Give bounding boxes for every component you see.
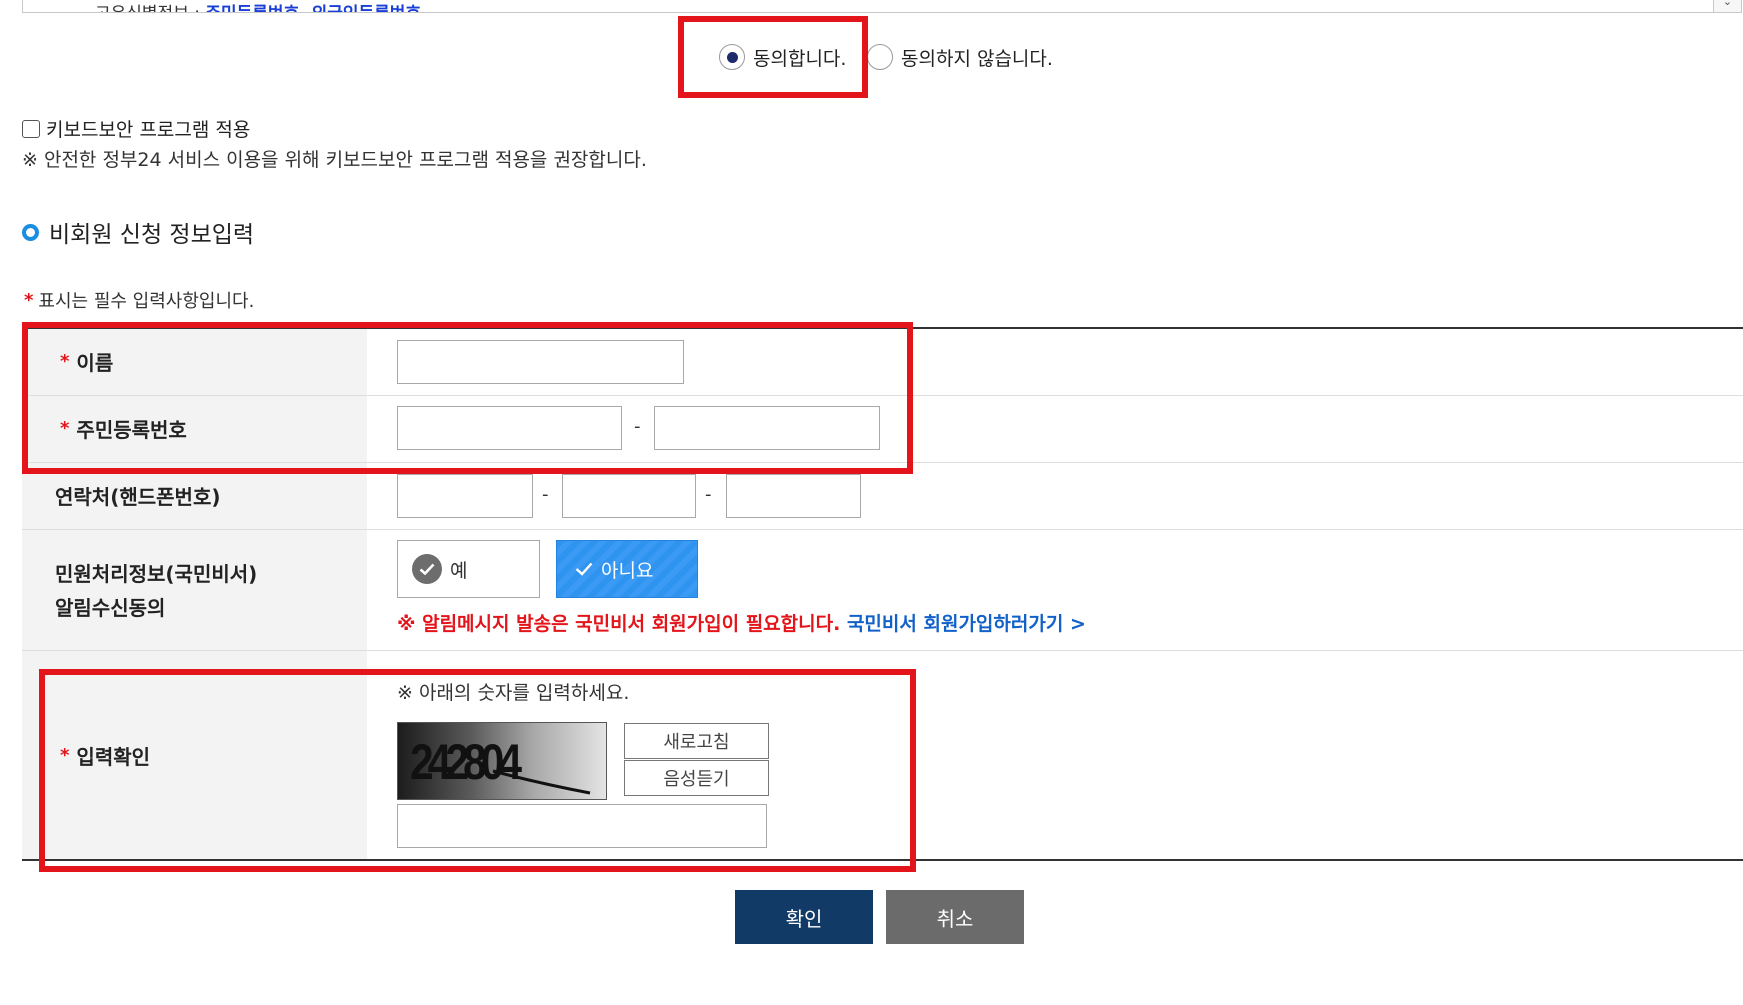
alarm-no-button[interactable]: 아니요 bbox=[556, 540, 698, 598]
circle-bullet-icon bbox=[22, 223, 39, 241]
terms-text: 고유식별정보 : 주민등록번호, 외국인등록번호 bbox=[95, 0, 421, 12]
alarm-no-label: 아니요 bbox=[601, 559, 654, 582]
phone-label: 연락처(핸드폰번호) bbox=[55, 485, 221, 509]
alarm-note: ※ 알림메시지 발송은 국민비서 회원가입이 필요합니다. 국민비서 회원가입하… bbox=[397, 609, 1086, 636]
consent-disagree-option[interactable]: 동의하지 않습니다. bbox=[867, 40, 1053, 74]
required-note-text: 표시는 필수 입력사항입니다. bbox=[38, 291, 255, 312]
keyboard-security-option[interactable]: 키보드보안 프로그램 적용 bbox=[22, 115, 250, 142]
required-note: * 표시는 필수 입력사항입니다. bbox=[24, 287, 254, 313]
highlight-identity bbox=[22, 322, 913, 474]
phone-input-3[interactable] bbox=[726, 474, 861, 518]
alarm-label-line1: 민원처리정보(국민비서) bbox=[55, 562, 258, 586]
keyboard-security-note: ※ 안전한 정부24 서비스 이용을 위해 키보드보안 프로그램 적용을 권장합… bbox=[22, 149, 647, 171]
alarm-label-line2: 알림수신동의 bbox=[55, 596, 166, 620]
confirm-button[interactable]: 확인 bbox=[735, 890, 873, 944]
alarm-note-text: ※ 알림메시지 발송은 국민비서 회원가입이 필요합니다. bbox=[397, 613, 847, 635]
phone-dash: - bbox=[705, 484, 712, 505]
keyboard-security-checkbox[interactable] bbox=[22, 119, 40, 138]
disagree-radio[interactable] bbox=[867, 44, 893, 70]
disagree-label: 동의하지 않습니다. bbox=[901, 47, 1053, 70]
highlight-captcha bbox=[39, 669, 916, 872]
terms-link: 주민등록번호, 외국인등록번호 bbox=[205, 4, 421, 12]
highlight-consent bbox=[678, 16, 868, 98]
check-circle-icon bbox=[412, 554, 442, 584]
alarm-yes-label: 예 bbox=[450, 559, 468, 582]
required-star-icon: * bbox=[24, 289, 34, 311]
phone-dash: - bbox=[542, 484, 549, 505]
phone-input-2[interactable] bbox=[562, 474, 696, 518]
row-divider bbox=[22, 650, 1743, 651]
terms-scroll-box[interactable]: 고유식별정보 : 주민등록번호, 외국인등록번호 ⌄ bbox=[22, 0, 1742, 13]
row-divider bbox=[22, 529, 1743, 530]
keyboard-security-label: 키보드보안 프로그램 적용 bbox=[46, 119, 251, 141]
join-secretary-link[interactable]: 국민비서 회원가입하러가기 > bbox=[847, 613, 1086, 635]
alarm-yes-button[interactable]: 예 bbox=[397, 540, 540, 598]
scroll-down-icon[interactable]: ⌄ bbox=[1713, 0, 1741, 12]
section-title-text: 비회원 신청 정보입력 bbox=[49, 222, 255, 248]
phone-input-1[interactable] bbox=[397, 474, 533, 518]
cancel-button[interactable]: 취소 bbox=[886, 890, 1024, 944]
section-title: 비회원 신청 정보입력 bbox=[22, 215, 254, 249]
check-icon bbox=[575, 562, 593, 576]
